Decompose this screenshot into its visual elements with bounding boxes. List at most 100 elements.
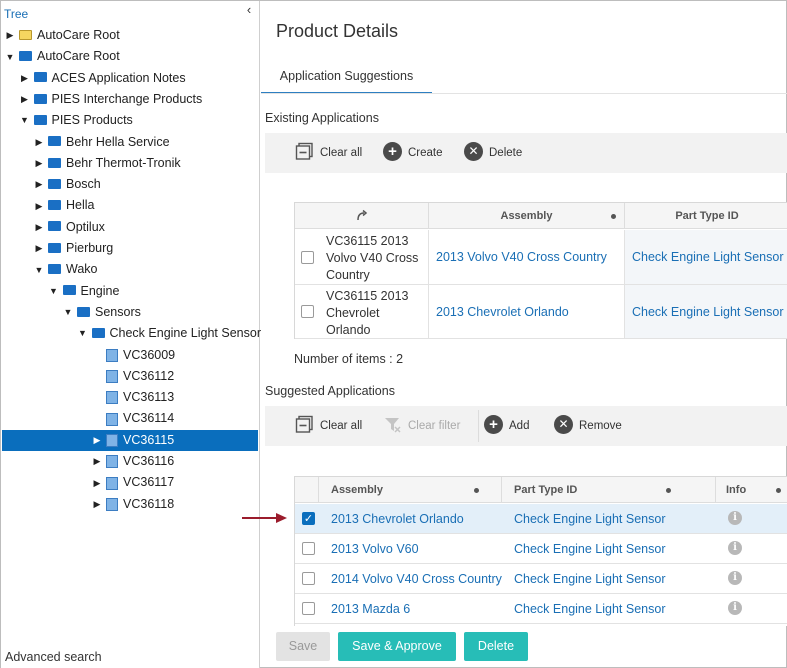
tree-node[interactable]: ▶ Behr Hella Service xyxy=(34,132,170,153)
tree-node[interactable]: ▶ AutoCare Root xyxy=(5,25,120,46)
info-column-header[interactable]: Info xyxy=(716,477,787,503)
tree-node[interactable]: ▶ VC36117 xyxy=(92,472,174,493)
part-type-link[interactable]: Check Engine Light Sensor xyxy=(514,534,665,564)
caret-right-icon[interactable]: ▶ xyxy=(92,430,102,451)
row-checkbox[interactable] xyxy=(302,542,315,555)
row-checkbox[interactable] xyxy=(302,602,315,615)
delete-button-footer[interactable]: Delete xyxy=(464,632,528,661)
create-button[interactable]: + Create xyxy=(383,142,443,164)
remove-button[interactable]: ✕ Remove xyxy=(554,415,622,437)
table-row[interactable]: ✓ 2013 Chevrolet Orlando Check Engine Ligh… xyxy=(295,504,787,534)
suggested-applications-grid: Assembly Part Type ID Info ✓ 2013 Chevrol… xyxy=(294,476,787,626)
caret-right-icon[interactable]: ▶ xyxy=(34,217,44,238)
caret-right-icon[interactable]: ▶ xyxy=(20,68,30,89)
caret-right-icon[interactable]: ▶ xyxy=(5,25,15,46)
assembly-column-header[interactable]: Assembly xyxy=(429,203,625,229)
caret-right-icon[interactable]: ▶ xyxy=(92,451,102,472)
tree-node-label: Hella xyxy=(66,198,95,213)
part-type-link[interactable]: Check Engine Light Sensor xyxy=(514,504,665,534)
tree-node[interactable]: ▼ Engine xyxy=(49,281,119,302)
tree-node[interactable]: ▶ PIES Interchange Products xyxy=(20,89,202,110)
assembly-link[interactable]: 2013 Volvo V60 xyxy=(331,534,419,564)
table-row[interactable]: 2013 Volvo V60 Check Engine Light Sensor i xyxy=(295,534,787,564)
info-icon[interactable]: i xyxy=(728,541,742,555)
product-cell: VC36115 2013 Volvo V40 Cross Country xyxy=(295,230,429,285)
column-menu-icon[interactable] xyxy=(611,214,616,219)
column-menu-icon[interactable] xyxy=(776,488,781,493)
tree-node[interactable]: ▶ Optilux xyxy=(34,217,105,238)
tree-node[interactable]: ▶ Bosch xyxy=(34,174,101,195)
tree-node-label: Wako xyxy=(66,262,98,277)
table-row[interactable]: 2014 Volvo V40 Cross Country Check Engine… xyxy=(295,564,787,594)
assembly-link[interactable]: 2013 Volvo V40 Cross Country xyxy=(429,230,625,285)
save-approve-button[interactable]: Save & Approve xyxy=(338,632,456,661)
part-type-link[interactable]: Check Engine Light Sensor xyxy=(625,230,787,285)
caret-down-icon[interactable]: ▼ xyxy=(5,47,15,68)
assembly-link[interactable]: 2013 Chevrolet Orlando xyxy=(429,285,625,339)
row-checkbox[interactable]: ✓ xyxy=(302,512,315,525)
clear-all-button[interactable]: Clear all xyxy=(295,142,362,164)
assembly-column-header[interactable]: Assembly xyxy=(319,477,502,503)
page-title: Product Details xyxy=(276,21,399,41)
plus-icon: + xyxy=(484,415,503,435)
caret-right-icon[interactable]: ▶ xyxy=(34,132,44,153)
tree-node[interactable]: ▶ VC36118 xyxy=(92,494,174,515)
clear-filter-button[interactable]: Clear filter xyxy=(383,415,460,437)
part-type-link[interactable]: Check Engine Light Sensor xyxy=(625,285,787,339)
clear-all-label: Clear all xyxy=(320,420,363,432)
assembly-link[interactable]: 2014 Volvo V40 Cross Country xyxy=(331,564,502,594)
caret-down-icon[interactable]: ▼ xyxy=(49,281,59,302)
tree-node-label: VC36113 xyxy=(123,390,175,405)
info-icon[interactable]: i xyxy=(728,601,742,615)
tree-node-label: VC36116 xyxy=(123,454,175,468)
assembly-link[interactable]: 2013 Mazda 6 xyxy=(331,594,410,624)
tab-application-suggestions[interactable]: Application Suggestions xyxy=(261,61,432,94)
tree-node[interactable]: ▼ Wako xyxy=(34,259,98,280)
tree-node[interactable]: ▼ Sensors xyxy=(63,302,141,323)
tree-node[interactable]: VC36113 xyxy=(92,387,174,408)
part-type-column-header[interactable]: Part Type ID xyxy=(625,203,787,229)
tree-node[interactable]: ▶ Pierburg xyxy=(34,238,114,259)
caret-right-icon[interactable]: ▶ xyxy=(20,89,30,110)
tree-node[interactable]: ▶ VC36115 xyxy=(2,429,258,451)
tree-node[interactable]: ▼ AutoCare Root xyxy=(5,46,120,67)
assembly-link[interactable]: 2013 Chevrolet Orlando xyxy=(331,504,464,534)
info-icon[interactable]: i xyxy=(728,571,742,585)
save-button[interactable]: Save xyxy=(276,632,330,661)
info-icon[interactable]: i xyxy=(728,511,742,525)
column-menu-icon[interactable] xyxy=(474,488,479,493)
caret-down-icon[interactable]: ▼ xyxy=(34,260,44,281)
caret-right-icon[interactable]: ▶ xyxy=(92,494,102,515)
tree-node[interactable]: ▶ Hella xyxy=(34,195,95,216)
part-type-link[interactable]: Check Engine Light Sensor xyxy=(514,594,665,624)
caret-down-icon[interactable]: ▼ xyxy=(20,110,30,131)
tree-node[interactable]: VC36114 xyxy=(92,408,174,429)
existing-applications-title: Existing Applications xyxy=(265,111,379,125)
add-button[interactable]: + Add xyxy=(484,415,529,437)
row-checkbox[interactable] xyxy=(302,572,315,585)
tree-node[interactable]: ▶ VC36116 xyxy=(92,451,174,472)
tree-node[interactable]: VC36009 xyxy=(92,345,175,366)
caret-down-icon[interactable]: ▼ xyxy=(63,302,73,323)
toolbar-divider xyxy=(478,410,479,442)
table-row[interactable]: 2013 Mazda 6 Check Engine Light Sensor i xyxy=(295,594,787,624)
tree-node[interactable]: ▶ ACES Application Notes xyxy=(20,68,186,89)
tree-node[interactable]: ▼ Check Engine Light Sensor xyxy=(78,323,261,344)
part-type-link[interactable]: Check Engine Light Sensor xyxy=(514,564,665,594)
chevron-left-icon[interactable]: ‹ xyxy=(243,3,255,17)
part-type-column-header[interactable]: Part Type ID xyxy=(502,477,716,503)
advanced-search-link[interactable]: Advanced search xyxy=(5,650,102,664)
caret-right-icon[interactable]: ▶ xyxy=(34,174,44,195)
link-column-header[interactable] xyxy=(295,203,429,229)
caret-right-icon[interactable]: ▶ xyxy=(34,238,44,259)
delete-button[interactable]: ✕ Delete xyxy=(464,142,522,164)
caret-right-icon[interactable]: ▶ xyxy=(34,153,44,174)
caret-right-icon[interactable]: ▶ xyxy=(92,473,102,494)
tree-node[interactable]: ▶ Behr Thermot-Tronik xyxy=(34,153,181,174)
tree-node[interactable]: VC36112 xyxy=(92,366,174,387)
column-menu-icon[interactable] xyxy=(666,488,671,493)
caret-right-icon[interactable]: ▶ xyxy=(34,196,44,217)
clear-all-button-suggested[interactable]: Clear all xyxy=(295,415,362,437)
caret-down-icon[interactable]: ▼ xyxy=(78,323,88,344)
tree-node[interactable]: ▼ PIES Products xyxy=(20,110,133,131)
